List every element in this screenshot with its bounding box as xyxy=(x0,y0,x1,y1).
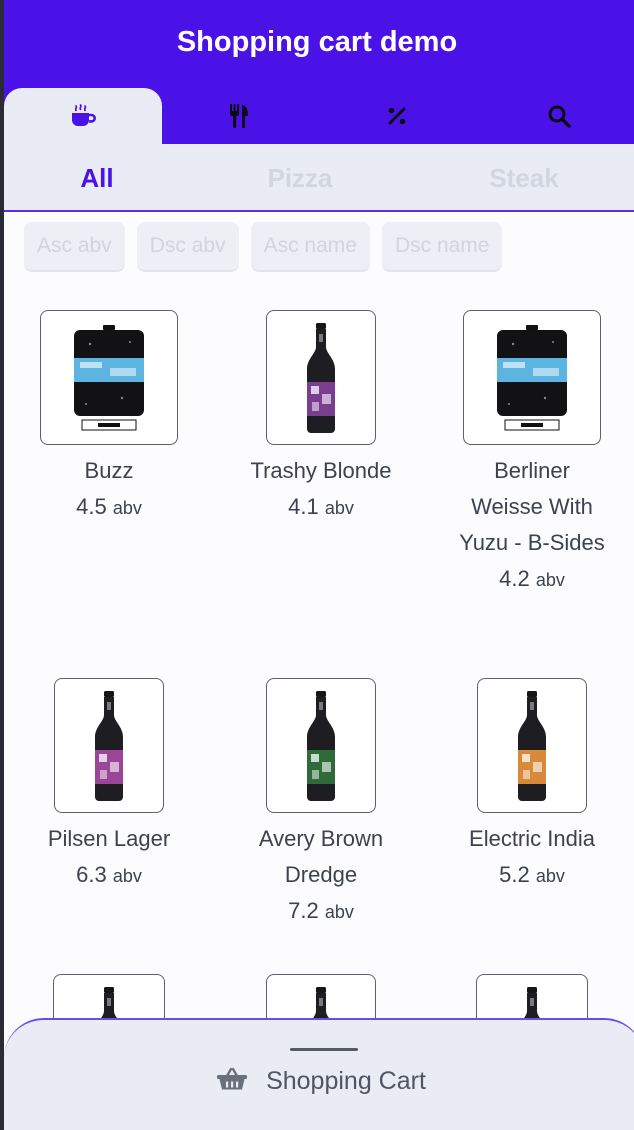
abv-unit: abv xyxy=(324,902,354,922)
product-card[interactable]: Electric India 5.2 abv xyxy=(432,678,632,894)
app-header: Shopping cart demo xyxy=(0,0,634,144)
abv-value: 7.2 xyxy=(288,898,319,923)
tab-drinks[interactable] xyxy=(4,88,162,144)
product-card[interactable]: Pilsen Lager 6.3 abv xyxy=(9,678,209,894)
abv-value: 4.1 xyxy=(288,494,319,519)
abv-value: 4.5 xyxy=(76,494,107,519)
abv-unit: abv xyxy=(324,498,354,518)
product-name: Pilsen Lager xyxy=(47,826,171,851)
sort-dsc-name-button[interactable]: Dsc name xyxy=(381,222,503,272)
shopping-cart-sheet[interactable]: Shopping Cart xyxy=(4,1018,634,1130)
product-name: Electric India xyxy=(469,826,595,851)
page-title: Shopping cart demo xyxy=(176,26,458,58)
category-tab-all[interactable]: All xyxy=(0,144,194,212)
product-image[interactable] xyxy=(463,310,601,445)
product-image[interactable] xyxy=(266,310,376,445)
coffee-cup-icon xyxy=(69,104,97,128)
product-image[interactable] xyxy=(477,678,587,813)
utensils-icon xyxy=(228,103,250,129)
product-card[interactable]: Buzz 4.5 abv xyxy=(9,310,209,526)
category-tab-steak[interactable]: Steak xyxy=(424,144,624,212)
product-image[interactable] xyxy=(266,678,376,813)
tab-offers[interactable] xyxy=(318,88,476,144)
product-name: Avery Brown Dredge xyxy=(258,826,384,887)
basket-icon xyxy=(216,1067,248,1096)
abv-value: 6.3 xyxy=(76,862,107,887)
sort-dsc-abv-button[interactable]: Dsc abv xyxy=(136,222,239,272)
product-abv: 4.5 abv xyxy=(76,489,142,526)
cart-label: Shopping Cart xyxy=(266,1066,426,1095)
sort-controls: Asc abv Dsc abv Asc name Dsc name xyxy=(24,222,503,272)
drag-handle[interactable] xyxy=(290,1048,358,1051)
product-abv: 4.2 abv xyxy=(499,561,565,598)
sort-asc-name-button[interactable]: Asc name xyxy=(250,222,370,272)
product-card[interactable]: Avery Brown Dredge 7.2 abv xyxy=(221,678,421,930)
product-abv: 5.2 abv xyxy=(499,857,565,894)
cart-header[interactable]: Shopping Cart xyxy=(4,1064,634,1098)
percent-icon xyxy=(386,105,408,127)
sort-asc-abv-button[interactable]: Asc abv xyxy=(24,222,125,272)
product-abv: 4.1 abv xyxy=(288,489,354,526)
tab-search[interactable] xyxy=(480,88,634,144)
abv-unit: abv xyxy=(112,498,142,518)
abv-unit: abv xyxy=(535,866,565,886)
product-abv: 6.3 abv xyxy=(76,857,142,894)
product-image[interactable] xyxy=(40,310,178,445)
abv-value: 4.2 xyxy=(499,566,530,591)
product-abv: 7.2 abv xyxy=(288,893,354,930)
abv-unit: abv xyxy=(535,570,565,590)
category-tabs: All Pizza Steak xyxy=(0,144,634,212)
nav-tab-bar xyxy=(0,88,634,144)
product-name: Berliner Weisse With Yuzu - B-Sides xyxy=(459,458,605,555)
window-edge xyxy=(0,0,4,1130)
product-card[interactable]: Trashy Blonde 4.1 abv xyxy=(221,310,421,526)
product-card[interactable]: Berliner Weisse With Yuzu - B-Sides 4.2 a… xyxy=(432,310,632,598)
tab-food[interactable] xyxy=(160,88,318,144)
category-tab-pizza[interactable]: Pizza xyxy=(200,144,400,212)
search-icon xyxy=(547,104,571,128)
abv-value: 5.2 xyxy=(499,862,530,887)
abv-unit: abv xyxy=(112,866,142,886)
product-image[interactable] xyxy=(54,678,164,813)
product-name: Trashy Blonde xyxy=(250,458,392,483)
product-name: Buzz xyxy=(84,458,134,483)
